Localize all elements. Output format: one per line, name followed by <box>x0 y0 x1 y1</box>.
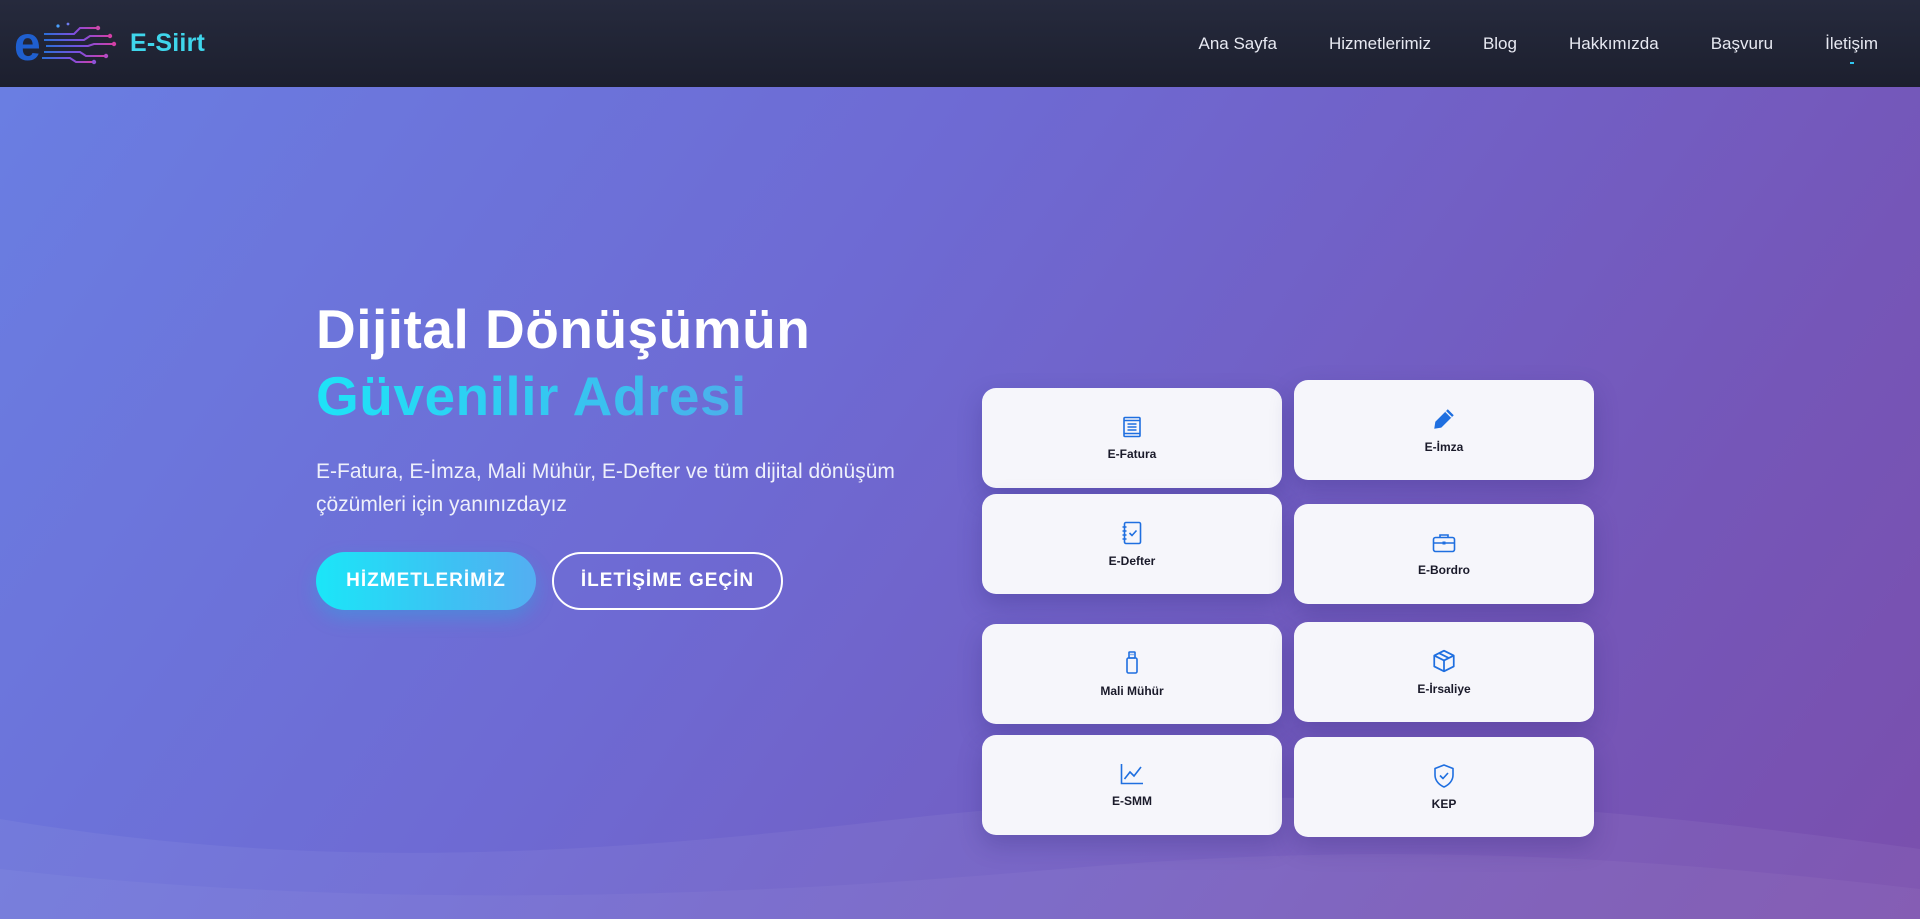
nav-link-services[interactable]: Hizmetlerimiz <box>1329 34 1431 54</box>
service-card-e-bordro[interactable]: E-Bordro <box>1294 504 1594 604</box>
service-card-e-defter[interactable]: E-Defter <box>982 494 1282 594</box>
nav-link-apply[interactable]: Başvuru <box>1711 34 1773 54</box>
service-card-mali-muhur[interactable]: Mali Mühür <box>982 624 1282 724</box>
contact-button[interactable]: İLETİŞİME GEÇİN <box>552 552 783 610</box>
service-card-label: E-Defter <box>1108 554 1156 568</box>
svg-text:e: e <box>14 18 41 68</box>
box-icon <box>1433 649 1455 673</box>
hero-wave-decoration <box>0 797 1920 919</box>
service-card-kep[interactable]: KEP <box>1294 737 1594 837</box>
receipt-icon <box>1123 416 1141 438</box>
nav-link-about[interactable]: Hakkımızda <box>1569 34 1659 54</box>
main-nav: Ana Sayfa Hizmetlerimiz Blog Hakkımızda … <box>1146 0 1878 87</box>
service-card-e-irsaliye[interactable]: E-İrsaliye <box>1294 622 1594 722</box>
brand-logo-link[interactable]: e E-Siirt <box>14 18 205 68</box>
services-button[interactable]: HİZMETLERİMİZ <box>316 552 536 610</box>
navbar: e E-Siirt Ana Sayfa Hizmetlerimiz Blog H… <box>0 0 1920 87</box>
nav-link-blog[interactable]: Blog <box>1483 34 1517 54</box>
nav-link-home[interactable]: Ana Sayfa <box>1198 34 1276 54</box>
service-card-label: E-SMM <box>1112 794 1152 808</box>
nav-link-contact[interactable]: İletişim <box>1825 34 1878 64</box>
service-card-label: E-Fatura <box>1107 447 1157 461</box>
hero-section <box>0 87 1920 919</box>
service-card-label: KEP <box>1431 797 1457 811</box>
chart-line-icon <box>1120 764 1143 785</box>
service-card-label: E-İrsaliye <box>1417 682 1471 696</box>
hero-subtitle: E-Fatura, E-İmza, Mali Mühür, E-Defter v… <box>316 460 895 516</box>
service-card-e-smm[interactable]: E-SMM <box>982 735 1282 835</box>
service-card-label: E-Bordro <box>1418 563 1470 577</box>
service-card-label: Mali Mühür <box>1100 684 1164 698</box>
hero-title-line2: Güvenilir Adresi <box>316 363 810 430</box>
brand-logo-icon: e <box>14 18 117 68</box>
service-card-e-imza[interactable]: E-İmza <box>1294 380 1594 480</box>
briefcase-icon <box>1432 534 1456 553</box>
hero-title-line1: Dijital Dönüşümün <box>316 298 811 360</box>
pen-icon <box>1434 409 1454 429</box>
brand-name: E-Siirt <box>130 28 206 57</box>
usb-stick-icon <box>1126 651 1138 674</box>
service-card-label: E-İmza <box>1424 440 1464 454</box>
checklist-icon <box>1122 521 1142 545</box>
service-card-e-fatura[interactable]: E-Fatura <box>982 388 1282 488</box>
hero-title: Dijital Dönüşümün Güvenilir Adresi <box>316 296 810 430</box>
shield-check-icon <box>1434 764 1454 788</box>
